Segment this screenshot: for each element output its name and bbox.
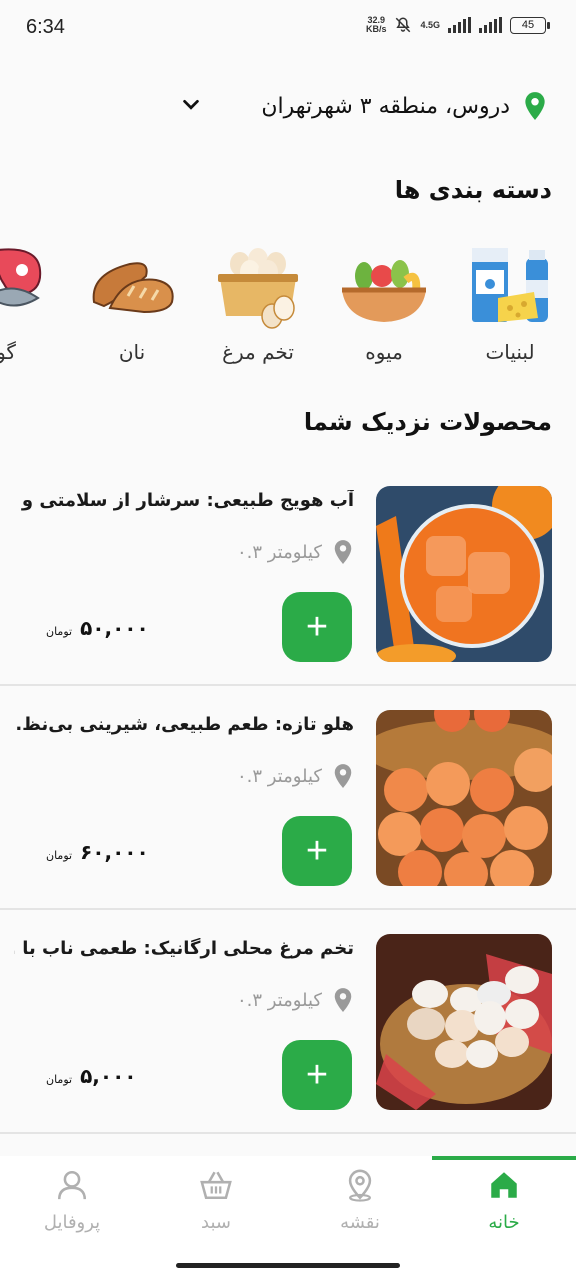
category-label: میوه	[365, 340, 403, 364]
category-fruit[interactable]: میوه	[334, 240, 434, 364]
home-icon	[491, 1172, 517, 1198]
mute-icon	[396, 17, 411, 33]
add-to-cart-button[interactable]: +	[282, 592, 352, 662]
signal-icon-2	[479, 17, 502, 33]
product-distance: ۰.۳ کیلومتر	[237, 762, 354, 790]
categories-list: لبنیات میوه تخم مرغ نان گو	[0, 240, 576, 370]
product-price: تومان ۵۰,۰۰۰	[46, 616, 149, 640]
product-image-peaches	[376, 710, 552, 886]
product-price: تومان ۵,۰۰۰	[46, 1064, 137, 1088]
location-pin-icon	[525, 92, 545, 120]
product-price: تومان ۶۰,۰۰۰	[46, 840, 149, 864]
meat-icon	[0, 248, 42, 307]
category-dairy[interactable]: لبنیات	[460, 240, 560, 364]
category-meat[interactable]: گو	[0, 240, 56, 364]
categories-title: دسته بندی ها	[394, 176, 552, 204]
location-pin-icon	[334, 988, 352, 1012]
status-icons: 32.9 KB/s 4.5G 45	[365, 15, 550, 34]
product-image-eggs	[376, 934, 552, 1110]
nav-item-profile[interactable]: پروفایل	[0, 1156, 144, 1256]
status-time: 6:34	[26, 16, 65, 38]
bread-icon	[92, 262, 174, 314]
location-pin-icon	[334, 540, 352, 564]
location-pin-icon	[334, 764, 352, 788]
category-eggs[interactable]: تخم مرغ	[208, 240, 308, 364]
category-label: تخم مرغ	[222, 340, 294, 364]
home-indicator[interactable]	[176, 1263, 400, 1268]
network-type: 4.5G	[420, 20, 440, 30]
product-card[interactable]: هلو تازه: طعم طبیعی، شیرینی بی‌نظ... ۰.۳…	[0, 686, 576, 910]
map-pin-icon	[348, 1169, 372, 1202]
nav-item-map[interactable]: نقشه	[288, 1156, 432, 1256]
basket-icon	[200, 1171, 232, 1200]
category-label: لبنیات	[485, 340, 535, 364]
price-currency: تومان	[46, 1073, 73, 1086]
price-value: ۵,۰۰۰	[80, 1064, 137, 1088]
category-label: نان	[118, 340, 146, 364]
product-title: آب هویج طبیعی: سرشار از سلامتی و ...	[14, 490, 354, 511]
location-text: دروس، منطقه ۳ شهرتهران	[261, 93, 510, 119]
price-value: ۶۰,۰۰۰	[80, 840, 149, 864]
bottom-nav: خانه نقشه سبد پروفایل	[0, 1156, 576, 1280]
battery-icon: 45	[510, 16, 550, 34]
add-to-cart-button[interactable]: +	[282, 816, 352, 886]
product-distance: ۰.۳ کیلومتر	[237, 538, 354, 566]
nav-item-home[interactable]: خانه	[432, 1156, 576, 1256]
eggs-icon	[218, 248, 298, 329]
status-bar: 6:34 32.9 KB/s 4.5G 45	[0, 0, 576, 56]
category-label: گو	[0, 340, 16, 364]
product-image-carrot-juice	[376, 486, 552, 662]
user-icon	[57, 1170, 87, 1200]
nav-item-basket[interactable]: سبد	[144, 1156, 288, 1256]
product-title: تخم مرغ محلی ارگانیک: طعمی ناب با ...	[14, 938, 354, 959]
product-distance: ۰.۳ کیلومتر	[237, 986, 354, 1014]
products-title: محصولات نزدیک شما	[303, 408, 552, 436]
add-to-cart-button[interactable]: +	[282, 1040, 352, 1110]
product-card[interactable]: تخم مرغ محلی ارگانیک: طعمی ناب با ... ۰.…	[0, 910, 576, 1134]
product-card[interactable]: آب هویج طبیعی: سرشار از سلامتی و ... ۰.۳…	[0, 462, 576, 686]
price-currency: تومان	[46, 849, 73, 862]
location-selector[interactable]: دروس، منطقه ۳ شهرتهران	[170, 86, 548, 126]
network-speed: 32.9 KB/s	[365, 15, 387, 34]
category-bread[interactable]: نان	[82, 240, 182, 364]
dairy-icon	[472, 248, 548, 322]
chevron-down-icon[interactable]	[180, 94, 202, 116]
fruit-basket-icon	[342, 260, 426, 322]
price-value: ۵۰,۰۰۰	[80, 616, 149, 640]
product-title: هلو تازه: طعم طبیعی، شیرینی بی‌نظ...	[14, 714, 354, 735]
signal-icon	[448, 17, 471, 33]
price-currency: تومان	[46, 625, 73, 638]
